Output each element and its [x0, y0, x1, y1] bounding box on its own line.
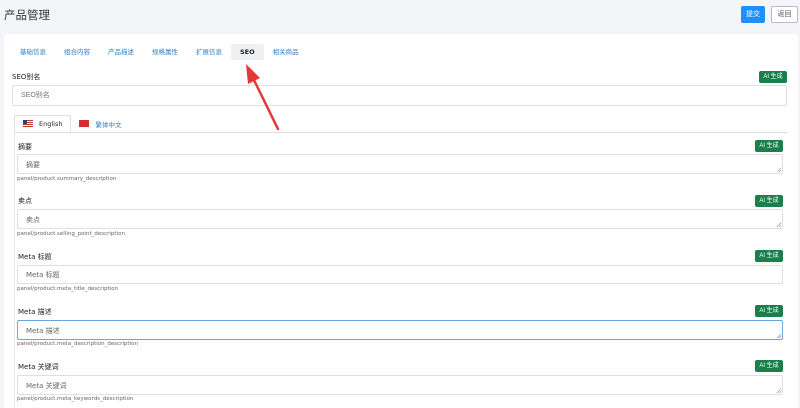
selling-point-placeholder: 卖点	[26, 216, 40, 224]
meta-title-label: Meta 标题	[18, 253, 52, 261]
meta-keywords-hint: panel/product.meta_keywords_description	[17, 396, 134, 402]
meta-keywords-label: Meta 关键词	[18, 363, 59, 371]
tab-seo[interactable]: SEO	[231, 44, 264, 60]
meta-description-ai-button[interactable]: AI 生成	[755, 305, 783, 317]
seo-alias-ai-button[interactable]: AI 生成	[759, 71, 787, 83]
meta-title-hint: panel/product.meta_title_description	[17, 286, 119, 292]
summary-ai-button[interactable]: AI 生成	[755, 140, 783, 152]
summary-textarea[interactable]: 摘要	[17, 154, 783, 174]
submit-button[interactable]: 提交	[741, 6, 765, 23]
meta-description-placeholder: Meta 描述	[26, 327, 60, 335]
resize-grip-icon[interactable]	[776, 167, 781, 172]
resize-grip-icon[interactable]	[776, 388, 781, 393]
selling-point-label: 卖点	[18, 197, 32, 205]
lang-tab-traditional-chinese[interactable]: 繁体中文	[71, 115, 129, 132]
tab-basic-info[interactable]: 基础信息	[14, 44, 55, 60]
page-title: 产品管理	[4, 8, 50, 22]
summary-placeholder: 摘要	[26, 161, 40, 169]
tab-bundle-content[interactable]: 组合内容	[55, 44, 99, 60]
meta-description-hint: panel/product.meta_description_descripti…	[17, 341, 138, 347]
lang-tab-english[interactable]: English	[14, 115, 72, 132]
lang-panel-border	[14, 132, 15, 408]
summary-label: 摘要	[18, 143, 32, 151]
tab-extended-info[interactable]: 扩展信息	[187, 44, 231, 60]
resize-grip-icon[interactable]	[776, 222, 781, 227]
language-tabs: English 繁体中文	[14, 115, 129, 132]
lang-tab-chinese-label: 繁体中文	[95, 120, 122, 129]
meta-description-textarea[interactable]: Meta 描述	[17, 320, 783, 340]
selling-point-textarea[interactable]: 卖点	[17, 209, 783, 229]
seo-alias-label: SEO别名	[12, 73, 41, 81]
back-button[interactable]: 返回	[771, 6, 798, 23]
seo-alias-input[interactable]	[12, 85, 787, 106]
page-header: 产品管理 提交 返回	[0, 0, 800, 34]
lang-tab-english-label: English	[39, 119, 63, 128]
meta-keywords-ai-button[interactable]: AI 生成	[755, 360, 783, 372]
section-tabs: 基础信息 组合内容 产品描述 规格属性 扩展信息 SEO 相关商品	[14, 44, 308, 60]
selling-point-ai-button[interactable]: AI 生成	[755, 195, 783, 207]
summary-hint: panel/product.summary_description	[17, 176, 117, 182]
cn-flag-icon	[79, 120, 90, 127]
meta-keywords-placeholder: Meta 关键词	[26, 382, 67, 390]
resize-grip-icon[interactable]	[776, 333, 781, 338]
selling-point-hint: panel/product.selling_point_description	[17, 231, 125, 237]
tab-product-description[interactable]: 产品描述	[99, 44, 143, 60]
meta-description-label: Meta 描述	[18, 308, 52, 316]
meta-title-ai-button[interactable]: AI 生成	[755, 250, 783, 262]
tab-related-products[interactable]: 相关商品	[264, 44, 308, 60]
meta-keywords-textarea[interactable]: Meta 关键词	[17, 375, 783, 395]
meta-title-input[interactable]: Meta 标题	[17, 265, 783, 284]
us-flag-icon	[23, 120, 33, 127]
meta-title-placeholder: Meta 标题	[26, 271, 60, 279]
lang-tab-divider	[14, 132, 787, 133]
tab-spec-attributes[interactable]: 规格属性	[143, 44, 187, 60]
